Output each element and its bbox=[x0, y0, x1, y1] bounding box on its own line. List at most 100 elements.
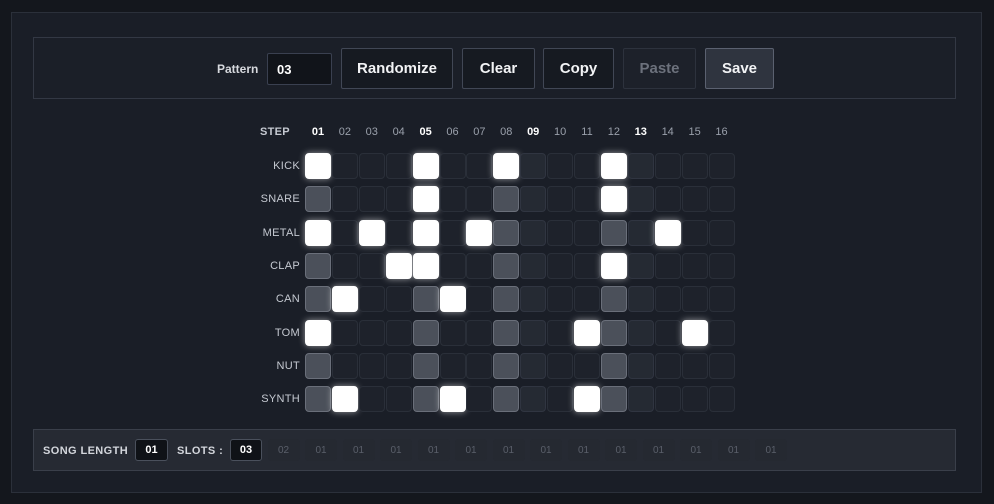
step-cell[interactable] bbox=[520, 386, 547, 413]
step-cell[interactable] bbox=[439, 186, 466, 213]
song-slot[interactable]: 03 bbox=[230, 439, 262, 461]
step-cell[interactable] bbox=[358, 252, 385, 279]
song-slot[interactable]: 01 bbox=[455, 439, 487, 461]
step-cell[interactable] bbox=[305, 319, 331, 346]
pattern-input[interactable]: 03 bbox=[267, 53, 332, 85]
paste-button[interactable]: Paste bbox=[623, 48, 696, 89]
step-cell[interactable] bbox=[466, 286, 493, 313]
step-cell[interactable] bbox=[708, 153, 735, 179]
step-cell[interactable] bbox=[681, 319, 708, 346]
song-slot[interactable]: 01 bbox=[530, 439, 562, 461]
step-cell[interactable] bbox=[493, 186, 520, 213]
step-cell[interactable] bbox=[439, 286, 466, 313]
step-cell[interactable] bbox=[681, 252, 708, 279]
step-cell[interactable] bbox=[547, 186, 574, 213]
song-slot[interactable]: 01 bbox=[605, 439, 637, 461]
step-cell[interactable] bbox=[439, 352, 466, 379]
step-cell[interactable] bbox=[466, 153, 493, 179]
step-cell[interactable] bbox=[412, 252, 439, 279]
step-cell[interactable] bbox=[547, 386, 574, 413]
step-cell[interactable] bbox=[708, 319, 735, 346]
step-cell[interactable] bbox=[708, 386, 735, 413]
step-cell[interactable] bbox=[412, 186, 439, 213]
step-cell[interactable] bbox=[466, 386, 493, 413]
step-cell[interactable] bbox=[574, 186, 600, 213]
step-cell[interactable] bbox=[439, 219, 466, 246]
step-cell[interactable] bbox=[547, 252, 574, 279]
step-cell[interactable] bbox=[466, 319, 493, 346]
step-cell[interactable] bbox=[547, 319, 574, 346]
step-cell[interactable] bbox=[412, 286, 439, 313]
step-cell[interactable] bbox=[305, 219, 331, 246]
step-cell[interactable] bbox=[412, 386, 439, 413]
step-cell[interactable] bbox=[520, 219, 547, 246]
step-cell[interactable] bbox=[466, 352, 493, 379]
step-cell[interactable] bbox=[654, 153, 681, 179]
song-slot[interactable]: 01 bbox=[342, 439, 375, 461]
step-cell[interactable] bbox=[385, 219, 412, 246]
step-cell[interactable] bbox=[654, 319, 681, 346]
clear-button[interactable]: Clear bbox=[462, 48, 535, 89]
step-cell[interactable] bbox=[547, 219, 574, 246]
step-cell[interactable] bbox=[305, 252, 331, 279]
step-cell[interactable] bbox=[520, 286, 547, 313]
step-cell[interactable] bbox=[493, 252, 520, 279]
step-cell[interactable] bbox=[412, 319, 439, 346]
song-slot[interactable]: 01 bbox=[380, 439, 412, 461]
step-cell[interactable] bbox=[493, 319, 520, 346]
song-slot[interactable]: 01 bbox=[567, 439, 600, 461]
song-slot[interactable]: 02 bbox=[267, 439, 300, 461]
step-cell[interactable] bbox=[654, 286, 681, 313]
step-cell[interactable] bbox=[600, 153, 627, 179]
step-cell[interactable] bbox=[654, 252, 681, 279]
step-cell[interactable] bbox=[493, 153, 520, 179]
step-cell[interactable] bbox=[681, 386, 708, 413]
step-cell[interactable] bbox=[358, 386, 385, 413]
step-cell[interactable] bbox=[600, 352, 627, 379]
step-cell[interactable] bbox=[385, 186, 412, 213]
step-cell[interactable] bbox=[654, 352, 681, 379]
step-cell[interactable] bbox=[305, 153, 331, 179]
step-cell[interactable] bbox=[493, 219, 520, 246]
step-cell[interactable] bbox=[466, 219, 493, 246]
step-cell[interactable] bbox=[627, 286, 654, 313]
step-cell[interactable] bbox=[412, 219, 439, 246]
step-cell[interactable] bbox=[600, 186, 627, 213]
step-cell[interactable] bbox=[627, 386, 654, 413]
step-cell[interactable] bbox=[385, 286, 412, 313]
step-cell[interactable] bbox=[627, 319, 654, 346]
step-cell[interactable] bbox=[439, 386, 466, 413]
step-cell[interactable] bbox=[358, 286, 385, 313]
step-cell[interactable] bbox=[385, 153, 412, 179]
step-cell[interactable] bbox=[305, 352, 331, 379]
step-cell[interactable] bbox=[600, 286, 627, 313]
step-cell[interactable] bbox=[439, 252, 466, 279]
step-cell[interactable] bbox=[331, 219, 358, 246]
step-cell[interactable] bbox=[305, 386, 331, 413]
step-cell[interactable] bbox=[412, 153, 439, 179]
step-cell[interactable] bbox=[493, 386, 520, 413]
randomize-button[interactable]: Randomize bbox=[341, 48, 453, 89]
step-cell[interactable] bbox=[412, 352, 439, 379]
step-cell[interactable] bbox=[547, 153, 574, 179]
step-cell[interactable] bbox=[439, 153, 466, 179]
step-cell[interactable] bbox=[520, 319, 547, 346]
step-cell[interactable] bbox=[654, 186, 681, 213]
step-cell[interactable] bbox=[627, 352, 654, 379]
song-slot[interactable]: 01 bbox=[755, 439, 787, 461]
step-cell[interactable] bbox=[654, 219, 681, 246]
step-cell[interactable] bbox=[600, 252, 627, 279]
step-cell[interactable] bbox=[305, 286, 331, 313]
step-cell[interactable] bbox=[708, 252, 735, 279]
step-cell[interactable] bbox=[600, 386, 627, 413]
step-cell[interactable] bbox=[358, 352, 385, 379]
step-cell[interactable] bbox=[331, 286, 358, 313]
step-cell[interactable] bbox=[331, 319, 358, 346]
step-cell[interactable] bbox=[358, 186, 385, 213]
step-cell[interactable] bbox=[708, 286, 735, 313]
song-slot[interactable]: 01 bbox=[417, 439, 450, 461]
step-cell[interactable] bbox=[520, 153, 547, 179]
step-cell[interactable] bbox=[493, 286, 520, 313]
step-cell[interactable] bbox=[520, 186, 547, 213]
copy-button[interactable]: Copy bbox=[543, 48, 614, 89]
